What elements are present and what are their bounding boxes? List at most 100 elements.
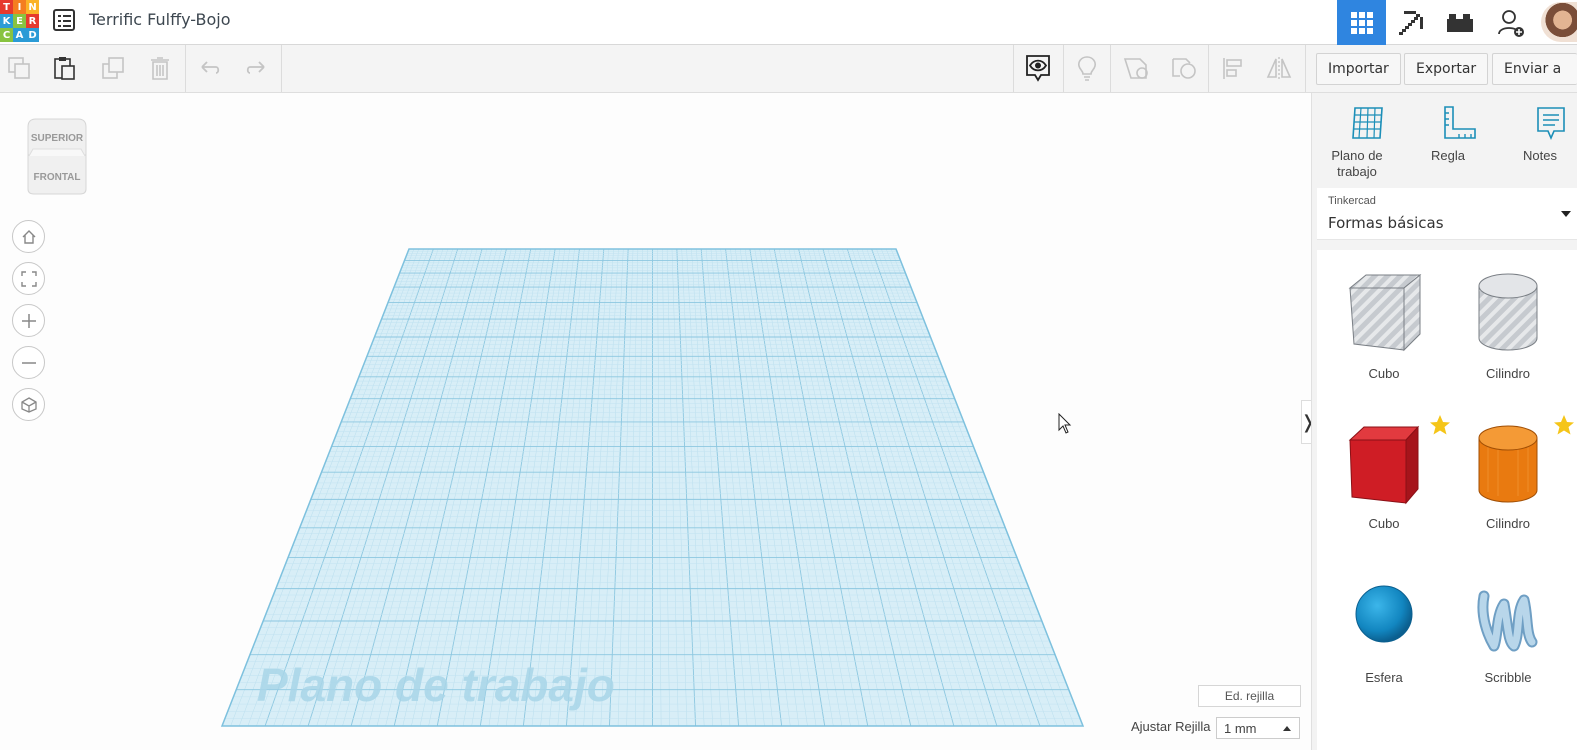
favorite-star-icon[interactable] bbox=[1429, 414, 1451, 436]
shapes-panel: Plano de trabajo Regla Notes Tinkercad F… bbox=[1311, 93, 1577, 750]
logo-letter: E bbox=[13, 14, 26, 28]
ungroup-button[interactable] bbox=[1169, 53, 1199, 83]
snap-grid-label: Ajustar Rejilla bbox=[1131, 719, 1211, 734]
duplicate-button[interactable] bbox=[98, 53, 128, 83]
design-title[interactable]: Terrific Fulffy-Bojo bbox=[89, 10, 231, 29]
logo-letter: C bbox=[0, 28, 13, 42]
logo-letter: T bbox=[0, 0, 13, 14]
toolbar-divider bbox=[185, 45, 186, 92]
redo-button[interactable] bbox=[241, 53, 271, 83]
home-icon bbox=[22, 229, 35, 244]
workplane-tool-label: Plano de trabajo bbox=[1331, 148, 1383, 179]
toolbar-divider bbox=[1013, 45, 1014, 92]
workplane-grid[interactable]: Plano de trabajo bbox=[0, 93, 1311, 750]
trash-icon bbox=[151, 57, 169, 80]
viewcube-front-label[interactable]: FRONTAL bbox=[33, 172, 80, 183]
shape-name: Esfera bbox=[1365, 670, 1403, 685]
lightbulb-icon bbox=[1078, 56, 1096, 81]
export-button[interactable]: Exportar bbox=[1404, 53, 1489, 85]
shape-box[interactable]: Cubo bbox=[1329, 415, 1450, 552]
zoom-out-button[interactable] bbox=[12, 346, 45, 379]
user-avatar[interactable] bbox=[1541, 2, 1577, 42]
toolbar-divider bbox=[1305, 45, 1306, 92]
undo-icon bbox=[201, 61, 220, 74]
import-button[interactable]: Importar bbox=[1316, 53, 1401, 85]
minecraft-view-button[interactable] bbox=[1386, 0, 1435, 45]
cylinder-hole-icon bbox=[1478, 273, 1538, 351]
shape-sphere[interactable]: Esfera bbox=[1329, 576, 1439, 706]
top-header: T I N K E R C A D Terrific Fulffy-Bojo bbox=[0, 0, 1577, 45]
eye-bubble-icon bbox=[1026, 55, 1050, 82]
caret-down-icon bbox=[1561, 211, 1571, 217]
delete-button[interactable] bbox=[145, 53, 175, 83]
shape-library-select[interactable]: Tinkercad Formas básicas bbox=[1317, 188, 1577, 240]
favorite-star-icon[interactable] bbox=[1553, 414, 1575, 436]
shape-cylinder-hole[interactable]: Cilindro bbox=[1453, 272, 1563, 402]
undo-button[interactable] bbox=[195, 53, 225, 83]
box-hole-icon bbox=[1348, 273, 1422, 352]
view-cube[interactable]: SUPERIOR FRONTAL bbox=[25, 117, 89, 195]
shape-scribble[interactable]: Scribble bbox=[1453, 576, 1563, 706]
align-icon bbox=[1223, 58, 1242, 79]
box-solid-icon bbox=[1348, 425, 1420, 505]
add-user-icon bbox=[1497, 9, 1524, 37]
toolbar-divider bbox=[1063, 45, 1064, 92]
workplane-tool[interactable]: Plano de trabajo bbox=[1317, 105, 1397, 180]
plus-icon bbox=[21, 313, 36, 328]
fit-view-button[interactable] bbox=[12, 262, 45, 295]
workplane-label: Plano de trabajo bbox=[257, 659, 615, 711]
home-view-button[interactable] bbox=[12, 220, 45, 253]
send-to-button[interactable]: Enviar a bbox=[1492, 53, 1577, 85]
hint-button[interactable] bbox=[1072, 53, 1102, 83]
toolbar-divider bbox=[281, 45, 282, 92]
sphere-icon bbox=[1355, 585, 1413, 643]
logo-letter: A bbox=[13, 28, 26, 42]
clipboard-icon bbox=[54, 57, 75, 80]
mouse-pointer-icon bbox=[1058, 413, 1072, 434]
ruler-icon bbox=[1444, 106, 1476, 139]
shape-box-hole[interactable]: Cubo bbox=[1329, 272, 1439, 402]
duplicate-icon bbox=[102, 57, 124, 79]
notes-tool[interactable]: Notes bbox=[1500, 105, 1577, 164]
copy-button[interactable] bbox=[4, 53, 34, 83]
paste-button[interactable] bbox=[49, 53, 79, 83]
edit-grid-button[interactable]: Ed. rejilla bbox=[1198, 685, 1301, 707]
snap-grid-select[interactable]: 1 mm bbox=[1216, 717, 1300, 739]
snap-grid-value: 1 mm bbox=[1224, 720, 1257, 736]
toolbar-divider bbox=[1208, 45, 1209, 92]
grid-view-icon bbox=[1350, 11, 1373, 34]
group-button[interactable] bbox=[1121, 53, 1151, 83]
tinkercad-logo[interactable]: T I N K E R C A D bbox=[0, 0, 39, 42]
ungroup-shapes-icon bbox=[1172, 58, 1196, 79]
logo-letter: D bbox=[26, 28, 39, 42]
zoom-in-button[interactable] bbox=[12, 304, 45, 337]
logo-letter: I bbox=[13, 0, 26, 14]
pickaxe-icon bbox=[1398, 10, 1423, 35]
lego-bricks-view-button[interactable] bbox=[1435, 0, 1484, 45]
scribble-icon bbox=[1477, 590, 1538, 652]
brick-icon bbox=[1446, 13, 1473, 32]
show-all-button[interactable] bbox=[1023, 53, 1053, 83]
copy-icon bbox=[8, 57, 30, 79]
logo-letter: R bbox=[26, 14, 39, 28]
mirror-button[interactable] bbox=[1264, 53, 1294, 83]
tinkercad-app: T I N K E R C A D Terrific Fulffy-Bojo I… bbox=[0, 0, 1577, 750]
3d-viewport[interactable]: Plano de trabajo SUPERIOR FRONTAL Ed. re… bbox=[0, 93, 1311, 750]
design-list-icon[interactable] bbox=[53, 9, 75, 31]
shape-grid: Cubo Cilindro Cubo Cilindro Esfera Scrib… bbox=[1317, 250, 1577, 750]
invite-user-button[interactable] bbox=[1486, 0, 1535, 45]
perspective-toggle-button[interactable] bbox=[12, 388, 45, 421]
library-name: Formas básicas bbox=[1328, 214, 1444, 232]
notes-tool-label: Notes bbox=[1523, 148, 1557, 163]
ruler-tool-label: Regla bbox=[1431, 148, 1465, 163]
ruler-tool[interactable]: Regla bbox=[1408, 105, 1488, 164]
viewcube-top-label[interactable]: SUPERIOR bbox=[31, 133, 84, 144]
align-button[interactable] bbox=[1218, 53, 1248, 83]
mirror-icon bbox=[1266, 57, 1292, 79]
3d-design-view-button[interactable] bbox=[1337, 0, 1386, 45]
logo-letter: K bbox=[0, 14, 13, 28]
group-shapes-icon bbox=[1123, 58, 1148, 79]
shape-cylinder[interactable]: Cilindro bbox=[1453, 415, 1574, 552]
edit-toolbar: Importar Exportar Enviar a bbox=[0, 45, 1577, 93]
library-source: Tinkercad bbox=[1328, 195, 1376, 207]
